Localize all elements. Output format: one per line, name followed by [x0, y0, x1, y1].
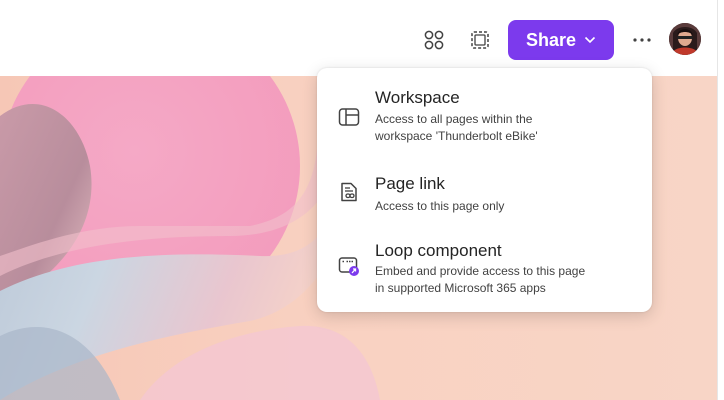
window-edge — [717, 0, 724, 400]
share-menu: Workspace Access to all pages within the… — [317, 68, 652, 312]
page-link-option-title: Page link — [375, 174, 445, 193]
share-workspace-option[interactable]: Workspace Access to all pages within the… — [317, 68, 652, 148]
workspace-description-line2: workspace 'Thunderbolt eBike' — [375, 129, 538, 143]
user-avatar[interactable] — [669, 23, 701, 55]
loop-component-icon — [338, 257, 359, 276]
share-button-label: Share — [525, 29, 577, 50]
apps-icon — [424, 30, 444, 50]
loop-description-line2: in supported Microsoft 365 apps — [375, 281, 546, 295]
chevron-down-icon — [584, 36, 596, 44]
loop-component-option-title: Loop component — [375, 241, 502, 260]
page-link-description-line1: Access to this page only — [375, 199, 505, 213]
more-horizontal-icon — [633, 38, 651, 42]
avatar-picture — [669, 23, 701, 55]
top-bar: Share — [0, 0, 724, 76]
workspace-description-line1: Access to all pages within the — [375, 112, 533, 126]
workspace-option-title: Workspace — [375, 88, 460, 107]
loop-component-option-description: Embed and provide access to this page in… — [375, 263, 635, 297]
workspace-option-description: Access to all pages within the workspace… — [375, 111, 635, 145]
more-options-button[interactable] — [628, 26, 656, 54]
share-loop-component-option[interactable]: Loop component Embed and provide access … — [317, 220, 652, 310]
screen-capture-icon — [471, 31, 489, 49]
share-page-link-option[interactable]: Page link Access to this page only — [317, 152, 652, 222]
apps-button[interactable] — [420, 26, 448, 54]
share-button[interactable]: Share — [508, 20, 614, 60]
screen-capture-button[interactable] — [466, 26, 494, 54]
workspace-icon — [338, 108, 360, 126]
loop-description-line1: Embed and provide access to this page — [375, 264, 586, 278]
page-link-icon — [341, 182, 357, 202]
page-link-option-description: Access to this page only — [375, 198, 635, 215]
